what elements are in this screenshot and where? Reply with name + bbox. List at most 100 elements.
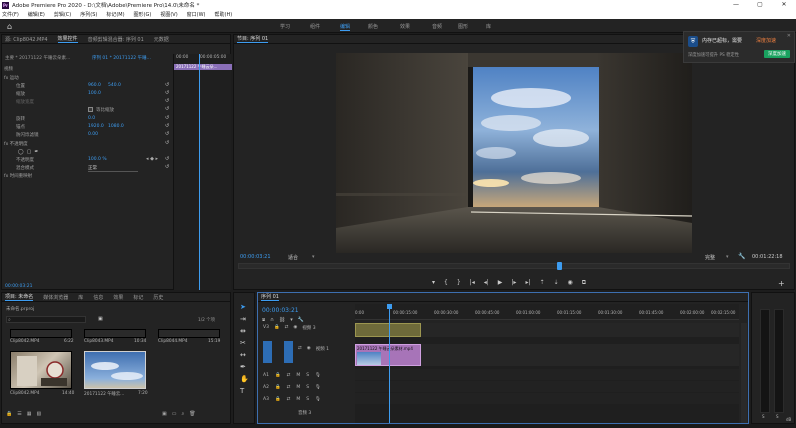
track-a2-sync-icon[interactable]: ⇄ [287, 385, 291, 390]
reset-anchor-icon[interactable]: ↺ [165, 123, 169, 129]
track-a3-solo[interactable]: S [306, 397, 309, 402]
tab-markers[interactable]: 标记 [133, 294, 143, 301]
track-a2-lock-icon[interactable]: 🔒 [275, 385, 281, 390]
track-a2-lane[interactable] [355, 381, 739, 392]
menu-window[interactable]: 窗口(W) [187, 11, 206, 18]
icon-view-icon[interactable]: ▦ [27, 411, 32, 417]
new-bin-icon[interactable]: ▣ [98, 316, 103, 322]
step-forward-icon[interactable]: |▸ [511, 279, 516, 287]
position-y-value[interactable]: 540.0 [108, 83, 121, 88]
thumb-clip-4[interactable] [10, 351, 72, 389]
play-icon[interactable]: ▶ [498, 279, 503, 287]
anchor-y-value[interactable]: 1080.0 [108, 124, 124, 129]
step-back-icon[interactable]: ◂| [484, 279, 489, 287]
effect-controls-timecode[interactable]: 00:00:03:21 [5, 284, 32, 289]
workspace-learn[interactable]: 学习 [280, 23, 290, 30]
tab-history[interactable]: 历史 [153, 294, 163, 301]
source-patch-v1[interactable] [263, 341, 272, 363]
reset-scale-width-icon[interactable]: ↺ [165, 98, 169, 104]
mark-in-icon[interactable]: ▾ [432, 279, 435, 287]
fx-opacity-row[interactable]: fx 不透明度 [4, 141, 28, 147]
compare-icon[interactable]: ⧉ [582, 279, 586, 287]
keyframe-clip-bar[interactable]: 20171122 午睡云朵... [174, 64, 232, 70]
project-search-input[interactable]: ⌕ [6, 316, 86, 323]
sequence-clip-name[interactable]: 序列 01 * 20171122 午睡... [92, 55, 151, 61]
tab-audio-mixer[interactable]: 音频剪辑混合器: 序列 01 [88, 36, 144, 43]
lift-icon[interactable]: ⇡ [539, 279, 544, 287]
type-tool-icon[interactable]: T [240, 387, 249, 395]
folder-icon[interactable]: ▭ [172, 411, 177, 417]
program-timecode[interactable]: 00:00:03:21 [240, 254, 271, 260]
reset-rotation-icon[interactable]: ↺ [165, 115, 169, 121]
ripple-edit-tool-icon[interactable]: ⇹ [240, 327, 249, 335]
track-select-tool-icon[interactable]: ⇥ [240, 315, 249, 323]
workspace-editing[interactable]: 编辑 [340, 23, 351, 31]
reset-opacity-icon[interactable]: ↺ [165, 156, 169, 162]
blend-mode-select[interactable]: 正常 [88, 165, 138, 172]
timeline-ruler[interactable]: 0:00 00:00:15:00 00:00:30:00 00:00:45:00… [355, 304, 739, 320]
meter-solo-left[interactable]: S [762, 414, 765, 419]
freeform-view-icon[interactable]: ▧ [36, 411, 41, 417]
reset-blend-icon[interactable]: ↺ [165, 164, 169, 170]
workspace-graphics[interactable]: 图形 [458, 23, 468, 30]
opacity-value[interactable]: 100.0 % [88, 157, 107, 162]
track-a2-header[interactable]: A2 🔒 ⇄ M S 🎙 [263, 385, 321, 390]
menu-sequence[interactable]: 序列(S) [80, 11, 97, 18]
fx-motion-row[interactable]: fx 运动 [4, 75, 19, 81]
menu-help[interactable]: 帮助(H) [215, 11, 233, 18]
track-a3-lane[interactable] [355, 393, 739, 404]
list-view-icon[interactable]: ☰ [17, 411, 21, 417]
track-v1-header[interactable]: ⇄ ◉ 视频 1 [298, 346, 329, 352]
track-a3-lock-icon[interactable]: 🔒 [275, 397, 281, 402]
new-item-icon[interactable]: ▣ [162, 411, 167, 417]
export-frame-icon[interactable]: ◉ [568, 279, 573, 287]
notification-accelerate-button[interactable]: 深度加速 [764, 50, 790, 58]
ellipse-mask-icon[interactable]: ◯ [18, 149, 24, 155]
track-v3-header[interactable]: V3 🔒 ⇄ ◉ 视频 3 [263, 325, 316, 331]
timeline-title[interactable]: 序列 01 [261, 293, 279, 301]
reset-uniform-icon[interactable]: ↺ [165, 106, 169, 112]
zoom-fit-select[interactable]: 适合 [288, 254, 298, 261]
rotation-value[interactable]: 0.0 [88, 116, 95, 121]
track-a1-mute[interactable]: M [296, 373, 300, 378]
close-button[interactable]: ✕ [772, 0, 796, 10]
reset-opacity-section-icon[interactable]: ↺ [165, 140, 169, 146]
program-monitor-video[interactable] [336, 53, 692, 253]
track-a2-mute[interactable]: M [296, 385, 300, 390]
meter-solo-right[interactable]: S [776, 414, 779, 419]
keyframe-nav-icon[interactable]: ◂ ◆ ▸ [146, 156, 158, 162]
anchor-x-value[interactable]: 1920.0 [88, 124, 104, 129]
trash-icon[interactable]: 🗑 [189, 411, 195, 417]
track-v1-eye-icon[interactable]: ◉ [307, 346, 311, 352]
extract-icon[interactable]: ⇣ [554, 279, 559, 287]
wrench-icon[interactable]: 🔧 [738, 253, 745, 260]
track-a3-mic-icon[interactable]: 🎙 [315, 397, 321, 402]
timeline-playhead[interactable] [389, 304, 390, 423]
add-button-icon[interactable]: + [778, 279, 785, 288]
notification-link[interactable]: 深度加速 [756, 37, 776, 44]
workspace-effects[interactable]: 效果 [400, 23, 410, 30]
scale-value[interactable]: 100.0 [88, 91, 101, 96]
reset-position-icon[interactable]: ↺ [165, 82, 169, 88]
go-to-in-icon[interactable]: |◂ [470, 279, 475, 287]
razor-tool-icon[interactable]: ✂ [240, 339, 249, 347]
lock-icon[interactable]: 🔒 [6, 411, 12, 417]
workspace-audio[interactable]: 音频 [432, 23, 442, 30]
zoom-dropdown-icon[interactable]: ▾ [312, 254, 315, 260]
selection-tool-icon[interactable]: ➤ [240, 303, 249, 311]
maximize-button[interactable]: ▢ [748, 0, 772, 10]
find-icon[interactable]: ⌕ [181, 411, 184, 417]
tab-info[interactable]: 信息 [93, 294, 103, 301]
thumb-clip-3[interactable] [158, 329, 220, 338]
home-icon[interactable]: ⌂ [7, 22, 12, 31]
track-a1-sync-icon[interactable]: ⇄ [287, 373, 291, 378]
track-a1-solo[interactable]: S [306, 373, 309, 378]
workspace-assembly[interactable]: 组件 [310, 23, 320, 30]
rectangle-mask-icon[interactable]: ▢ [27, 149, 32, 155]
quality-select[interactable]: 完整 [705, 254, 715, 261]
program-scrubber[interactable] [238, 262, 790, 270]
track-a3-sync-icon[interactable]: ⇄ [287, 397, 291, 402]
slip-tool-icon[interactable]: ↔ [240, 351, 249, 359]
minimize-button[interactable]: — [724, 0, 748, 10]
thumb-clip-1[interactable] [10, 329, 72, 338]
